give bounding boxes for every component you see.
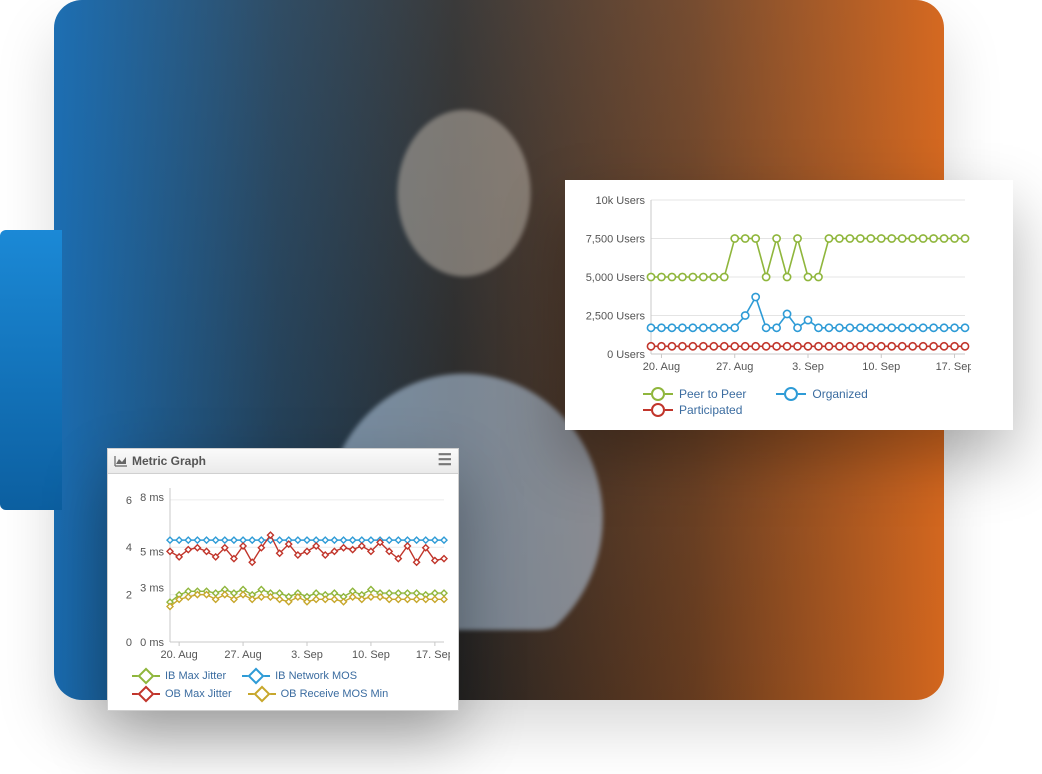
svg-text:3 ms: 3 ms: [140, 583, 164, 595]
svg-text:20. Aug: 20. Aug: [643, 361, 680, 373]
metric-chart: 0 2 4 6 0 ms 3 ms 5 ms 8 ms 20. Aug 27. Aug 3. Sep…: [116, 482, 450, 668]
legend-item-organized[interactable]: Organized: [776, 386, 867, 402]
legend-item-ob-jitter[interactable]: OB Max Jitter: [132, 688, 232, 700]
users-chart: 0 Users 2,500 Users 5,000 Users 7,500 Users…: [579, 194, 999, 380]
legend-label: IB Network MOS: [275, 670, 357, 682]
svg-text:3. Sep: 3. Sep: [291, 649, 323, 661]
legend-label: OB Max Jitter: [165, 688, 232, 700]
legend-item-ib-jitter[interactable]: IB Max Jitter: [132, 670, 226, 682]
svg-text:27. Aug: 27. Aug: [224, 649, 261, 661]
svg-text:27. Aug: 27. Aug: [716, 361, 753, 373]
panel-menu-icon[interactable]: ☰: [438, 453, 452, 469]
legend-item-participated[interactable]: Participated: [643, 402, 742, 418]
legend-label: OB Receive MOS Min: [281, 688, 389, 700]
svg-text:2,500 Users: 2,500 Users: [586, 311, 646, 323]
svg-text:8 ms: 8 ms: [140, 492, 164, 504]
svg-text:0 ms: 0 ms: [140, 637, 164, 649]
svg-text:5,000 Users: 5,000 Users: [586, 272, 646, 284]
svg-text:17. Sep: 17. Sep: [416, 649, 450, 661]
metric-legend: IB Max Jitter IB Network MOS OB Max Jitt…: [116, 668, 450, 706]
users-chart-panel: 0 Users 2,500 Users 5,000 Users 7,500 Users…: [565, 180, 1013, 430]
svg-text:20. Aug: 20. Aug: [160, 649, 197, 661]
svg-text:2: 2: [126, 590, 132, 602]
svg-text:10. Sep: 10. Sep: [352, 649, 390, 661]
svg-text:0 Users: 0 Users: [607, 349, 645, 361]
legend-label: Participated: [679, 403, 742, 417]
svg-text:4: 4: [126, 542, 132, 554]
svg-text:17. Sep: 17. Sep: [936, 361, 971, 373]
panel-titlebar: Metric Graph ☰: [108, 449, 458, 474]
legend-item-peer[interactable]: Peer to Peer: [643, 386, 746, 402]
svg-text:10. Sep: 10. Sep: [862, 361, 900, 373]
background-accent-bar: [0, 230, 62, 510]
svg-text:6: 6: [126, 495, 132, 507]
legend-item-ib-mos[interactable]: IB Network MOS: [242, 670, 357, 682]
users-legend: Peer to Peer Organized Participated: [579, 380, 999, 418]
area-chart-icon: [114, 455, 128, 467]
svg-text:3. Sep: 3. Sep: [792, 361, 824, 373]
legend-label: Organized: [812, 387, 867, 401]
svg-text:10k Users: 10k Users: [595, 195, 645, 207]
panel-title: Metric Graph: [132, 454, 206, 468]
metric-graph-panel: Metric Graph ☰ 0 2 4 6 0 ms 3 ms 5 ms 8 ms 20. A…: [107, 448, 459, 711]
legend-item-ob-mos-min[interactable]: OB Receive MOS Min: [248, 688, 389, 700]
svg-text:5 ms: 5 ms: [140, 546, 164, 558]
svg-text:0: 0: [126, 637, 132, 649]
legend-label: IB Max Jitter: [165, 670, 226, 682]
legend-label: Peer to Peer: [679, 387, 746, 401]
svg-text:7,500 Users: 7,500 Users: [586, 234, 646, 246]
composite-stage: 0 Users 2,500 Users 5,000 Users 7,500 Users…: [0, 0, 1042, 774]
